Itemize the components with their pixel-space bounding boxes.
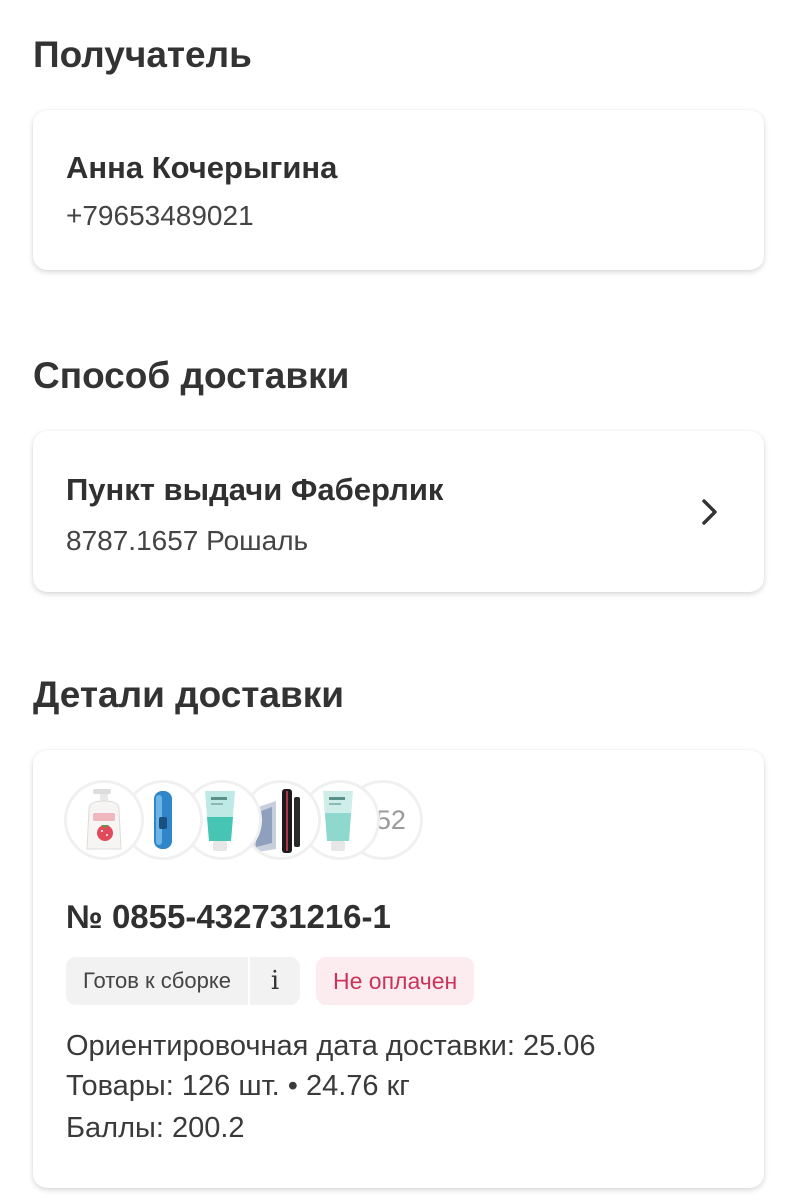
delivery-method-card[interactable]: Пункт выдачи Фаберлик 8787.1657 Рошаль	[33, 431, 764, 592]
recipient-phone: +79653489021	[66, 200, 254, 231]
hand-soap-product-thumbnail	[64, 780, 144, 860]
status-badge: Готов к сборке	[66, 957, 248, 1005]
status-badges: Готов к сборке i Не оплачен	[66, 957, 475, 1005]
product-thumbnails[interactable]: +52	[64, 780, 464, 864]
goods-summary: Товары: 126 шт. • 24.76 кг	[66, 1070, 410, 1102]
recipient-name: Анна Кочерыгина	[66, 150, 338, 185]
order-number: № 0855-432731216-1	[66, 898, 391, 935]
recipient-card[interactable]: Анна Кочерыгина +79653489021	[33, 110, 764, 270]
info-icon[interactable]: i	[249, 957, 300, 1005]
pickup-point-name: Пункт выдачи Фаберлик	[66, 472, 444, 507]
points-summary: Баллы: 200.2	[66, 1112, 245, 1144]
estimated-delivery-date: Ориентировочная дата доставки: 25.06	[66, 1030, 596, 1062]
delivery-details-card[interactable]: +52 № 0855-432731216-1 Готов к сборке i …	[33, 750, 764, 1188]
payment-status-badge: Не оплачен	[315, 957, 475, 1005]
recipient-section-title: Получатель	[33, 34, 252, 75]
chevron-right-icon[interactable]	[698, 497, 724, 527]
pickup-point-address: 8787.1657 Рошаль	[66, 525, 309, 556]
assembly-status-group: Готов к сборке i	[66, 957, 300, 1005]
delivery-details-section-title: Детали доставки	[33, 674, 345, 715]
delivery-method-section-title: Способ доставки	[33, 355, 350, 396]
